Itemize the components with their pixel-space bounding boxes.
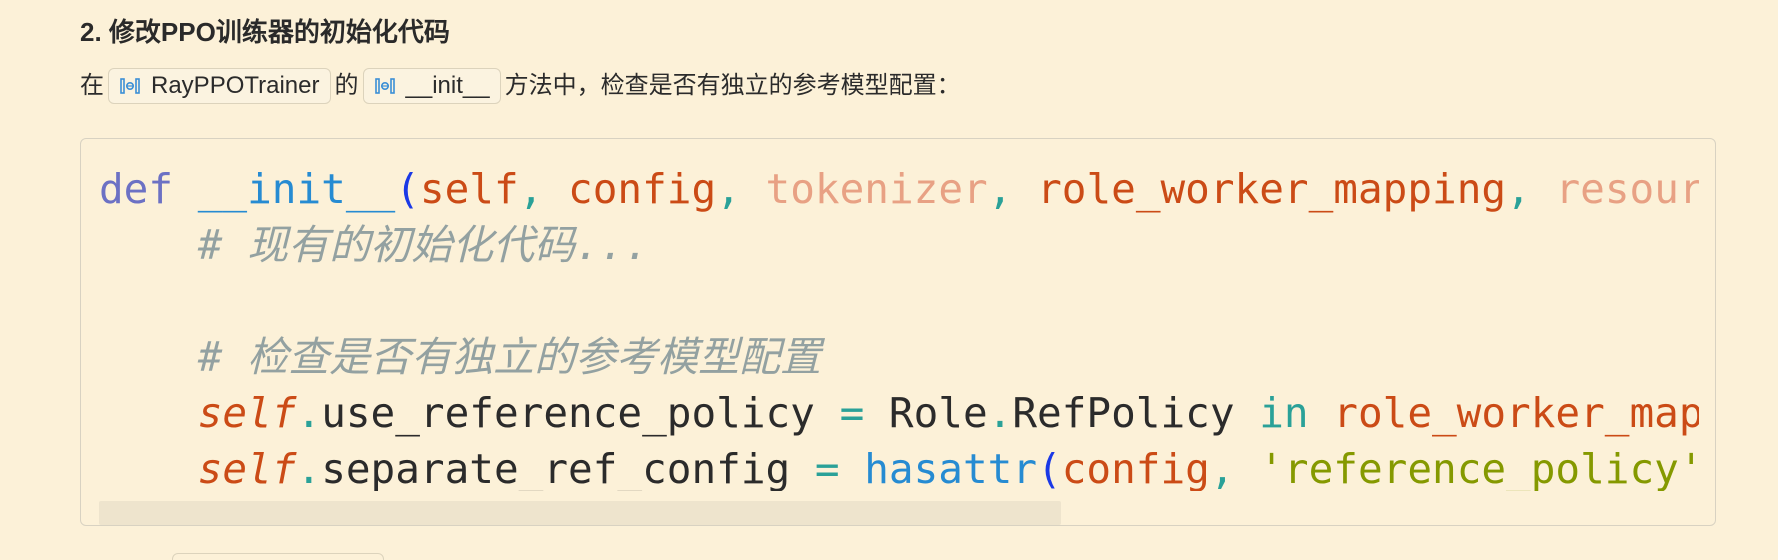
code-content: def __init__(self, config, tokenizer, ro… <box>99 161 1699 491</box>
symbol-chip-init[interactable]: __init__ <box>362 68 501 104</box>
code-token: # 检查是否有独立的参考模型配置 <box>99 333 822 381</box>
code-token: = <box>814 445 840 491</box>
code-token: , <box>1209 445 1260 491</box>
code-token: # 现有的初始化代码... <box>99 221 650 269</box>
para-prefix: 在 <box>80 72 104 99</box>
code-token: role_worker_mapping <box>1037 165 1507 213</box>
symbol-chip-label: RayPPOTrainer <box>151 72 320 99</box>
code-token: use_reference_policy <box>321 389 840 437</box>
code-token: tokenizer <box>765 165 988 213</box>
code-token: config <box>568 165 717 213</box>
code-block[interactable]: def __init__(self, config, tokenizer, ro… <box>80 138 1716 526</box>
section-heading: 2. 修改PPO训练器的初始化代码 <box>80 17 450 47</box>
page: 2. 修改PPO训练器的初始化代码 在 RayPPOTrainer 的 __in… <box>0 0 1778 560</box>
para-mid: 的 <box>334 72 359 99</box>
code-token: self <box>419 165 519 213</box>
code-token: self <box>197 445 297 491</box>
description-paragraph: 在 RayPPOTrainer 的 __init__ 方法中，检查是否有独立的参… <box>80 68 961 104</box>
code-token: separate_ref_config <box>321 445 815 491</box>
code-token: RefPolicy <box>1012 389 1260 437</box>
code-token: . <box>296 389 322 437</box>
code-line: # 现有的初始化代码... <box>99 217 1699 273</box>
code-line: # 检查是否有独立的参考模型配置 <box>99 329 1699 385</box>
symbol-chip-raypptrainer[interactable]: RayPPOTrainer <box>108 68 331 104</box>
symbol-field-icon <box>374 78 395 94</box>
code-token: role_worker_mapping <box>1333 389 1699 437</box>
code-token: 'reference_policy' <box>1259 445 1699 491</box>
symbol-chip-label: __init__ <box>405 72 490 99</box>
code-token: , <box>987 165 1038 213</box>
scrollbar-thumb[interactable] <box>99 501 1061 525</box>
code-token: def <box>99 165 174 213</box>
code-token: hasattr <box>864 445 1038 491</box>
code-line: self.use_reference_policy = Role.RefPoli… <box>99 385 1699 441</box>
code-token: self <box>197 389 297 437</box>
code-line: def __init__(self, config, tokenizer, ro… <box>99 161 1699 217</box>
code-token: in <box>1259 389 1309 437</box>
code-token: , <box>518 165 569 213</box>
code-token: config <box>1061 445 1210 491</box>
code-token: . <box>296 445 322 491</box>
code-token: ( <box>395 165 420 213</box>
code-token: Role <box>864 389 988 437</box>
next-symbol-chip[interactable] <box>172 553 384 560</box>
symbol-field-icon <box>120 78 140 94</box>
code-token: , <box>1506 165 1556 213</box>
para-suffix: 方法中，检查是否有独立的参考模型配置： <box>504 72 961 99</box>
code-token: . <box>987 389 1013 437</box>
code-token: ( <box>1037 445 1062 491</box>
code-token: , <box>716 165 766 213</box>
code-token: = <box>839 389 865 437</box>
code-token: __init__ <box>197 165 396 213</box>
code-token: resource_pool_manager <box>1555 165 1699 213</box>
code-line: self.separate_ref_config = hasattr(confi… <box>99 441 1699 491</box>
horizontal-scrollbar[interactable] <box>99 501 1697 525</box>
